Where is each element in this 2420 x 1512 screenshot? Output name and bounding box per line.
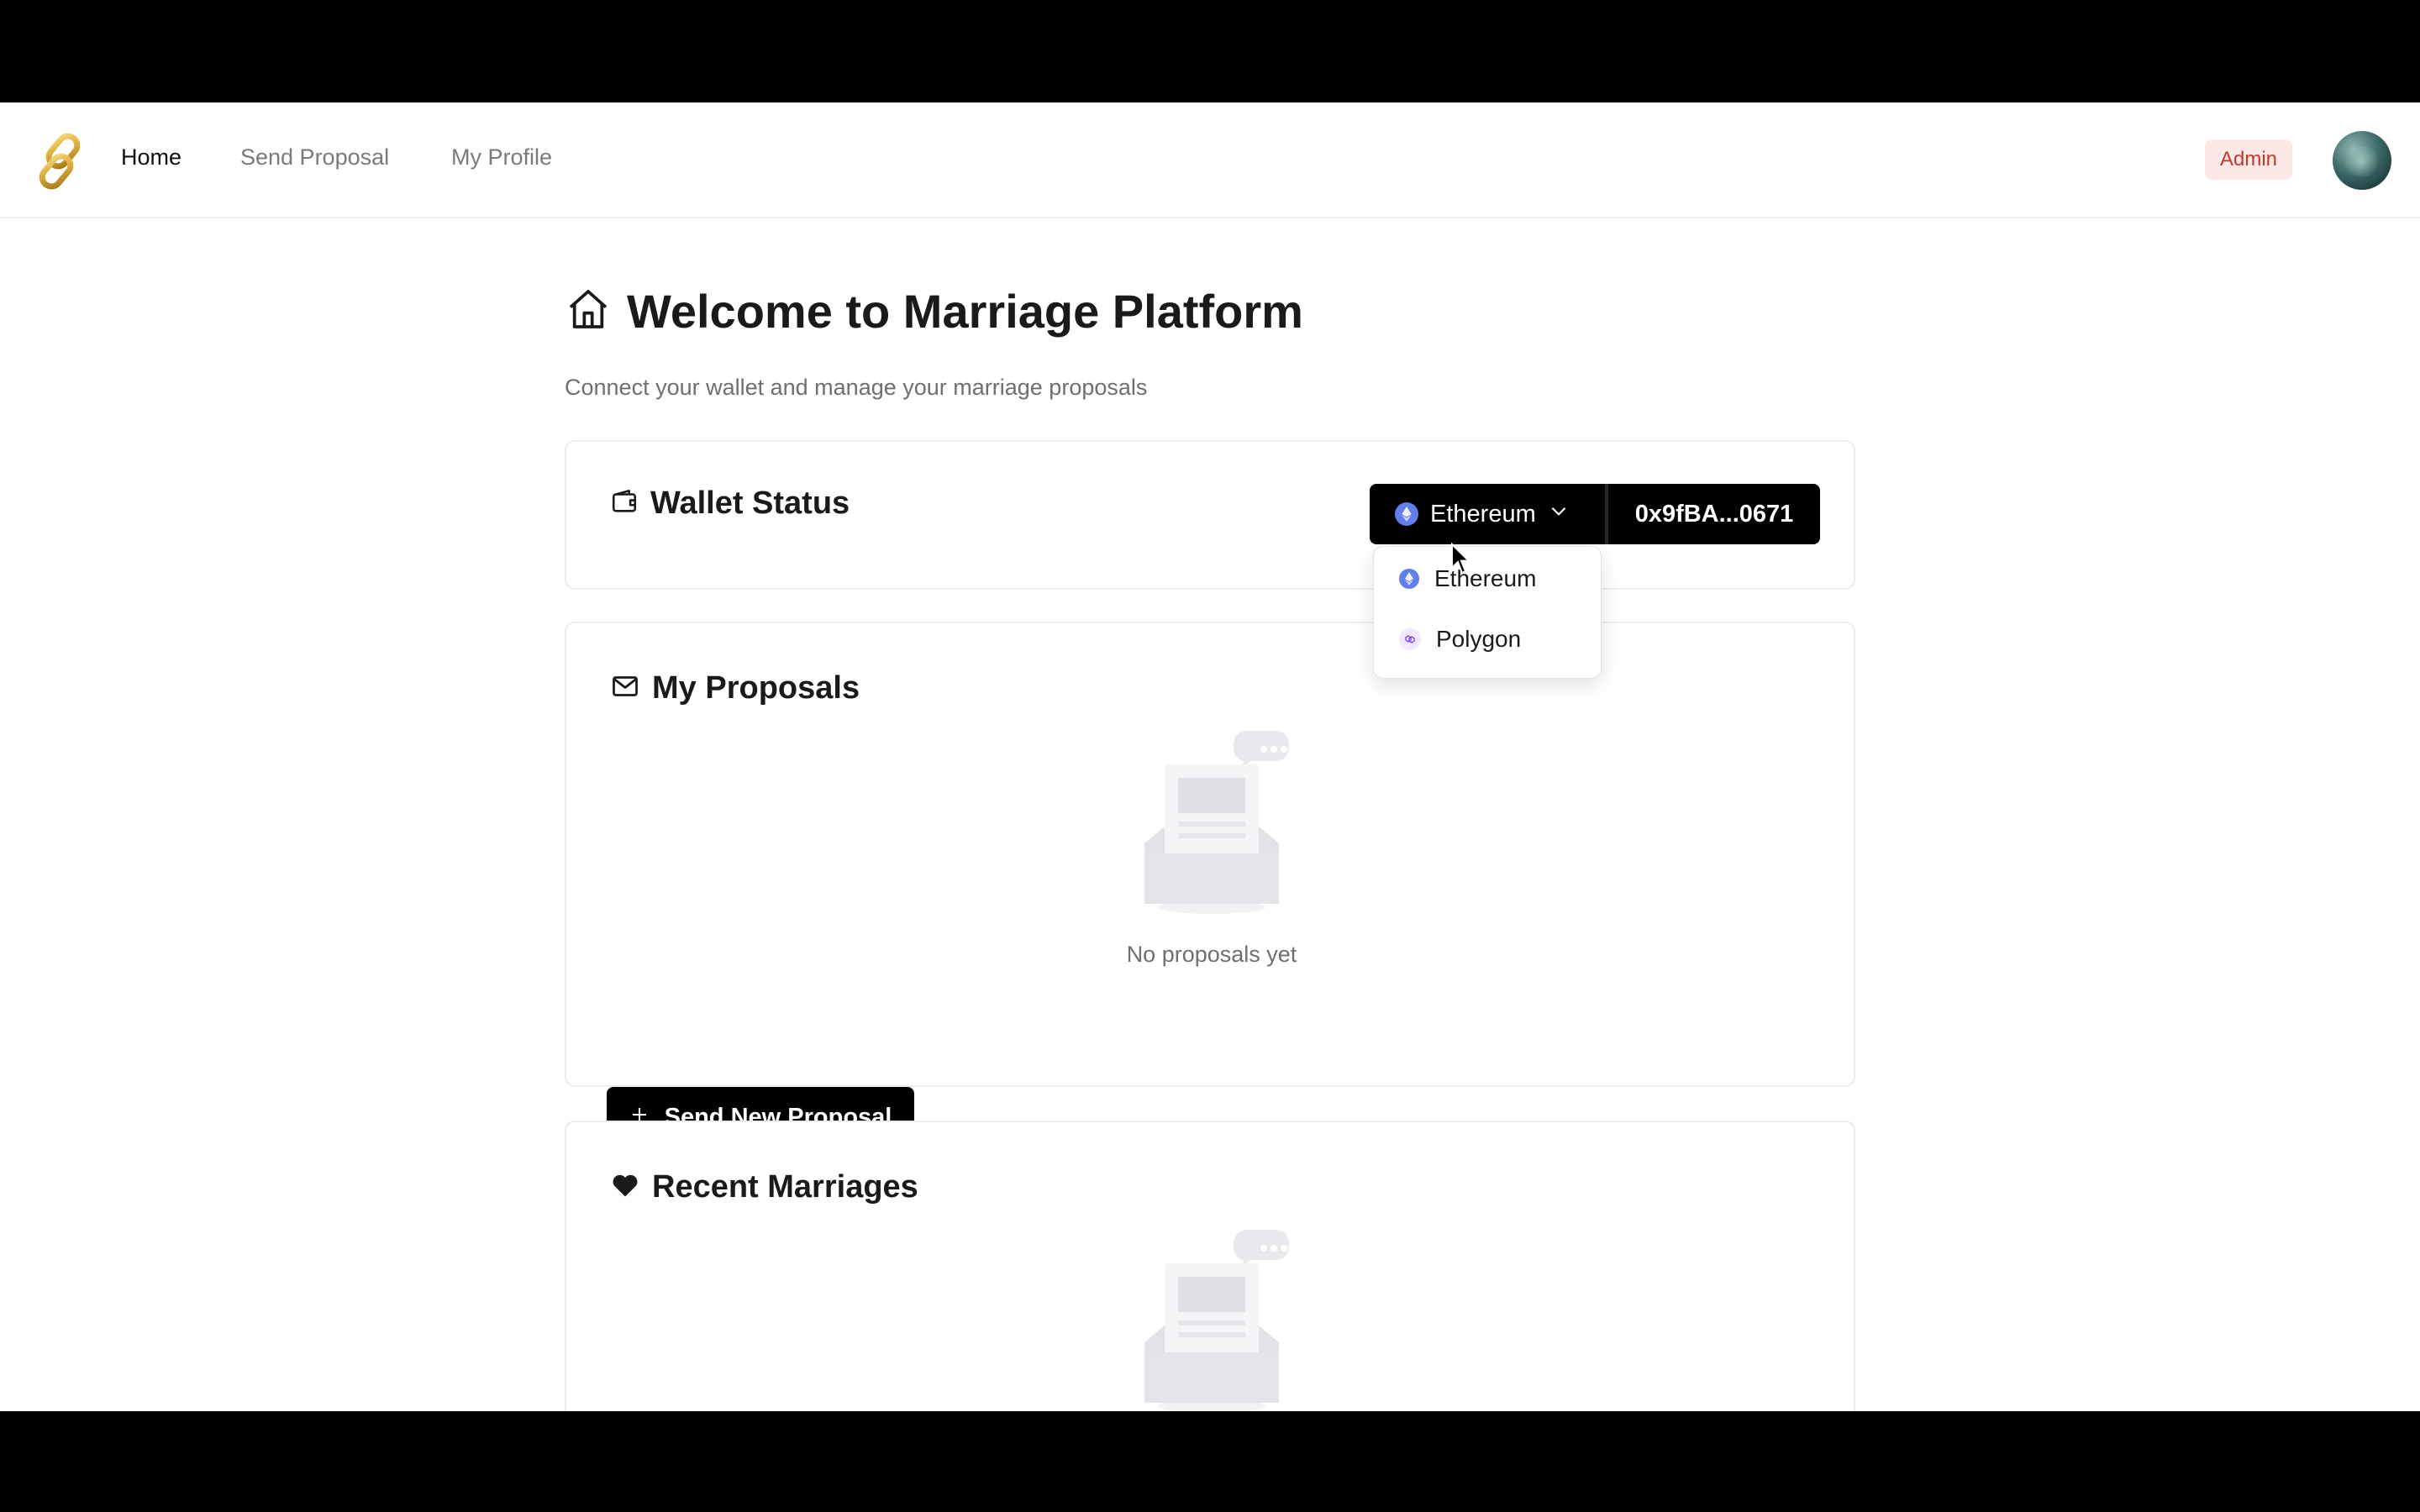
network-dropdown-menu: Ethereum Polygon [1373,546,1602,679]
polygon-icon [1399,628,1421,650]
page-subtitle: Connect your wallet and manage your marr… [565,375,1148,400]
chain-link-icon[interactable] [29,129,92,193]
wallet-status-card: Wallet Status Ethereum 0x9fBA...0671 [565,440,1855,590]
browser-viewport: Home Send Proposal My Profile Admin Welc… [0,102,2420,1411]
page-title: Welcome to Marriage Platform [627,285,1303,338]
mouse-cursor-icon [1450,542,1474,576]
my-proposals-card: My Proposals No proposals yet [565,622,1855,1087]
admin-badge: Admin [2205,139,2292,180]
network-select-button[interactable]: Ethereum [1370,484,1618,544]
home-icon [565,286,612,337]
wallet-icon [610,487,639,520]
ethereum-icon [1399,569,1419,589]
empty-inbox-icon [1119,727,1304,925]
chevron-down-icon [1548,500,1570,528]
dropdown-item-polygon[interactable]: Polygon [1399,626,1521,653]
nav-link-send-proposal[interactable]: Send Proposal [240,144,389,171]
marriages-empty-state [566,1226,1857,1411]
network-select-label: Ethereum [1430,500,1536,528]
marriages-card-title: Recent Marriages [652,1169,918,1205]
wallet-card-title: Wallet Status [650,486,850,521]
wallet-card-header: Wallet Status [610,486,850,522]
recent-marriages-card: Recent Marriages [565,1121,1855,1411]
nav-link-my-profile[interactable]: My Profile [451,144,552,171]
mail-icon [610,671,640,706]
avatar[interactable] [2333,131,2391,190]
marriages-card-header: Recent Marriages [610,1169,918,1205]
empty-inbox-icon [1119,1226,1304,1411]
proposals-empty-text: No proposals yet [1126,942,1297,967]
wallet-address-button[interactable]: 0x9fBA...0671 [1608,484,1820,544]
top-letterbox [0,0,2420,102]
proposals-empty-state: No proposals yet [566,727,1857,968]
nav-link-home[interactable]: Home [121,144,182,171]
ethereum-icon [1395,502,1418,526]
dropdown-item-label: Polygon [1436,626,1522,652]
heart-icon [610,1170,640,1205]
top-nav: Home Send Proposal My Profile Admin [0,102,2420,218]
page-header: Welcome to Marriage Platform [565,284,1303,339]
bottom-letterbox [0,1411,2420,1512]
proposals-card-title: My Proposals [652,670,860,706]
proposals-card-header: My Proposals [610,670,860,706]
